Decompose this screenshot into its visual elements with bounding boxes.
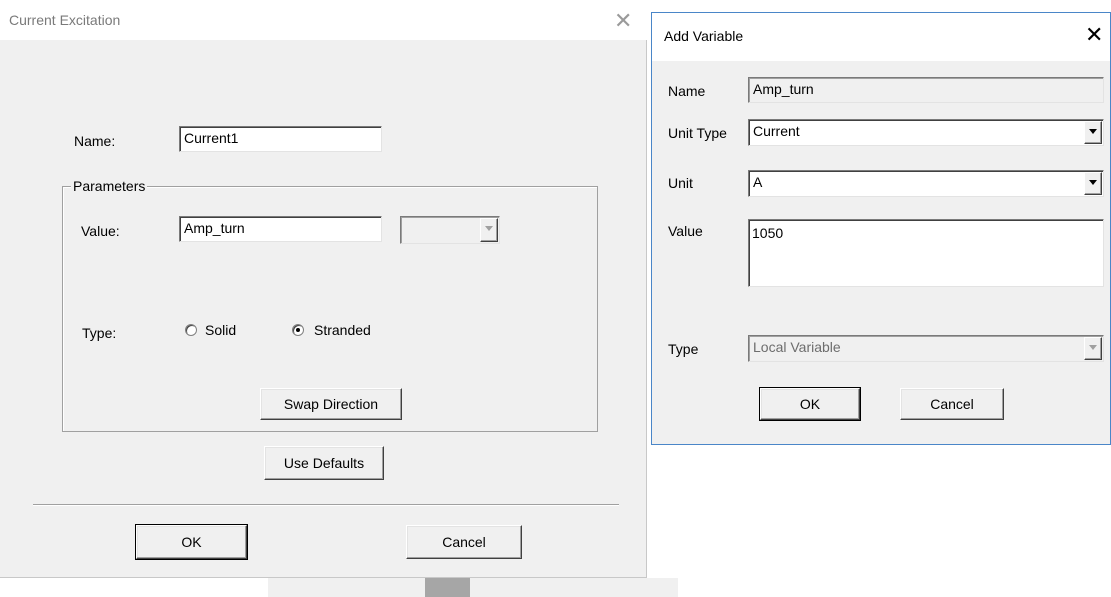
stranded-radio[interactable] (292, 324, 304, 336)
swap-direction-button[interactable]: Swap Direction (260, 388, 402, 420)
close-icon[interactable]: ✕ (614, 11, 632, 33)
solid-radio-label[interactable]: Solid (205, 322, 236, 338)
add-variable-title: Add Variable (664, 28, 744, 44)
value-label: Value: (81, 223, 120, 239)
background-dark-block (425, 578, 470, 597)
name-label: Name: (74, 133, 116, 149)
var-name-input: Amp_turn (748, 77, 1104, 103)
chevron-down-icon[interactable] (1084, 172, 1102, 195)
value-input[interactable]: Amp_turn (179, 216, 382, 242)
name-input[interactable]: Current1 (179, 126, 382, 152)
chevron-down-icon (480, 218, 498, 242)
current-excitation-titlebar[interactable]: Current Excitation ✕ (0, 0, 647, 40)
stranded-radio-label[interactable]: Stranded (314, 322, 371, 338)
unit-label: Unit (668, 175, 693, 191)
chevron-down-icon[interactable] (1084, 121, 1102, 144)
var-ok-button[interactable]: OK (759, 387, 861, 421)
current-excitation-title: Current Excitation (9, 12, 121, 28)
unit-type-dropdown[interactable]: Current (748, 119, 1104, 146)
cancel-button[interactable]: Cancel (406, 525, 522, 559)
var-name-label: Name (668, 83, 706, 99)
current-excitation-dialog: Current Excitation ✕ Name: Current1 Para… (0, 0, 647, 578)
add-variable-titlebar[interactable]: Add Variable ✕ (652, 13, 1110, 61)
parameters-group-label: Parameters (71, 178, 148, 194)
unit-value: A (753, 174, 763, 190)
unit-type-label: Unit Type (668, 125, 727, 141)
var-type-value: Local Variable (753, 339, 841, 355)
ok-button[interactable]: OK (135, 524, 248, 560)
add-variable-dialog: Add Variable ✕ Name Amp_turn Unit Type C… (651, 12, 1111, 445)
var-cancel-button[interactable]: Cancel (900, 388, 1004, 420)
var-type-dropdown: Local Variable (748, 335, 1104, 362)
divider (33, 504, 619, 506)
use-defaults-button[interactable]: Use Defaults (264, 446, 384, 480)
unit-dropdown[interactable]: A (748, 170, 1104, 197)
close-icon[interactable]: ✕ (1085, 25, 1103, 47)
background-gray-block (268, 578, 678, 597)
var-value-textarea[interactable]: 1050 (748, 219, 1104, 287)
solid-radio[interactable] (185, 324, 197, 336)
var-value-label: Value (668, 223, 703, 239)
var-type-label: Type (668, 341, 699, 357)
unit-type-value: Current (753, 123, 800, 139)
unit-dropdown (400, 216, 500, 244)
type-label: Type: (82, 325, 117, 341)
chevron-down-icon (1084, 337, 1102, 360)
